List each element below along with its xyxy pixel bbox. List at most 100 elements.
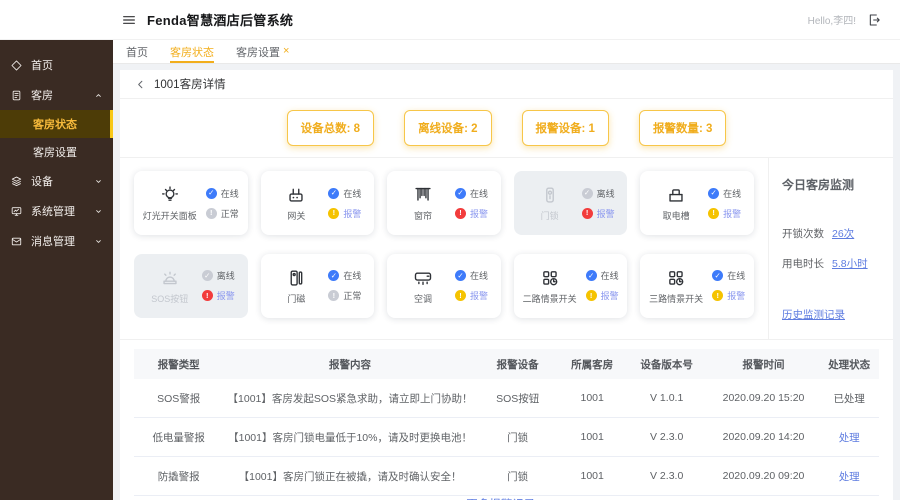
device-alarm-status: 报警 xyxy=(454,289,488,302)
alarm-exclaim-icon xyxy=(585,290,597,301)
logout-icon[interactable] xyxy=(866,12,882,28)
device-alarm-status: 报警 xyxy=(328,207,361,220)
device-online-status: 在线 xyxy=(328,187,361,200)
handle-alarm-link[interactable]: 处理 xyxy=(839,471,860,483)
tab-label: 客房设置 xyxy=(236,46,280,59)
alarm-exclaim-icon xyxy=(712,290,724,301)
stat-chip-total-devices[interactable]: 设备总数8 xyxy=(286,110,375,146)
stat-chip-alarm-count[interactable]: 报警数量3 xyxy=(638,110,727,146)
tab-home[interactable]: 首页 xyxy=(126,40,148,63)
device-online-status: 离线 xyxy=(581,187,615,200)
sidebar-item-label: 消息管理 xyxy=(31,236,75,248)
normal-exclaim-icon xyxy=(328,290,340,301)
device-name: 空调 xyxy=(413,293,432,304)
alarm-exclaim-icon xyxy=(581,207,593,219)
device-card-air-conditioner[interactable]: 空调 在线 报警 xyxy=(387,253,501,318)
curtain-icon xyxy=(412,184,434,206)
alarm-table-row: 防撬警报 【1001】客房门锁正在被撬，请及时确认安全！ 门锁 1001 V 2… xyxy=(134,456,879,496)
close-tab-icon[interactable] xyxy=(283,46,289,57)
alarm-version-cell: V 2.3.0 xyxy=(625,417,708,457)
home-icon xyxy=(10,59,23,72)
unlock-count-row: 开锁次数 26次 xyxy=(782,226,880,241)
back-chevron-icon[interactable] xyxy=(135,79,146,90)
device-icon xyxy=(10,175,23,188)
power-usage-row: 用电时长 5.8小时 xyxy=(782,256,880,271)
power-usage-link[interactable]: 5.8小时 xyxy=(832,256,868,271)
device-card-sos-button[interactable]: SOS按钮 离线 报警 xyxy=(134,253,248,318)
device-online-status: 在线 xyxy=(585,269,619,282)
sos-button-icon xyxy=(159,267,181,289)
device-card-power-card-slot[interactable]: 取电槽 在线 报警 xyxy=(640,171,754,235)
stat-label: 离线设备 xyxy=(418,123,471,135)
device-card-light-switch-panel[interactable]: 灯光开关面板 在线 正常 xyxy=(134,171,248,235)
sidebar-item-message-management[interactable]: 消息管理 xyxy=(0,226,113,256)
device-name: 三路情景开关 xyxy=(649,293,704,304)
online-check-icon xyxy=(328,187,340,199)
stat-label: 设备总数 xyxy=(301,123,354,135)
sidebar-item-system-management[interactable]: 系统管理 xyxy=(0,196,113,226)
device-name: 取电槽 xyxy=(662,211,690,221)
device-card-door-lock[interactable]: 门锁 离线 报警 xyxy=(513,171,628,235)
sidebar-item-home[interactable]: 首页 xyxy=(0,50,113,80)
sidebar-item-room-settings[interactable]: 客房设置 xyxy=(0,138,113,166)
sidebar-item-devices[interactable]: 设备 xyxy=(0,166,113,196)
device-grid: 灯光开关面板 在线 正常 网关 xyxy=(120,158,768,339)
tab-room-status[interactable]: 客房状态 xyxy=(170,40,214,63)
device-alarm-status: 报警 xyxy=(708,207,741,220)
breadcrumb: 1001客房详情 xyxy=(120,70,893,99)
online-check-icon xyxy=(585,270,597,281)
stat-chip-offline-devices[interactable]: 离线设备2 xyxy=(404,110,492,146)
page-title: 1001客房详情 xyxy=(154,79,226,91)
room-detail-panel: 1001客房详情 设备总数8 离线设备2 报警设备1 报警数量3 xyxy=(120,70,893,500)
door-sensor-icon xyxy=(285,267,307,289)
alarm-table-row: SOS警报 【1001】客房发起SOS紧急求助，请立即上门协助！ SOS按钮 1… xyxy=(134,379,879,418)
device-card-scene-switch-2[interactable]: 二路情景开关 在线 报警 xyxy=(513,253,628,318)
stat-label: 报警设备 xyxy=(536,123,589,135)
alarm-time-cell: 2020.09.20 15:20 xyxy=(707,379,820,418)
normal-exclaim-icon xyxy=(205,207,217,219)
scene-switch-icon xyxy=(539,267,561,289)
chevron-down-icon xyxy=(94,177,103,186)
alarm-version-cell: V 1.0.1 xyxy=(625,379,708,418)
stat-chip-alarm-devices[interactable]: 报警设备1 xyxy=(521,110,609,146)
column-header: 报警内容 xyxy=(223,349,477,379)
sidebar-item-label: 设备 xyxy=(31,176,53,188)
tab-room-settings[interactable]: 客房设置 xyxy=(236,40,289,63)
device-alarm-status: 报警 xyxy=(454,207,488,220)
stats-row: 设备总数8 离线设备2 报警设备1 报警数量3 xyxy=(120,99,893,158)
alarm-type-cell: 低电量警报 xyxy=(134,417,224,457)
alarm-version-cell: V 2.3.0 xyxy=(625,456,708,496)
sidebar-item-label: 首页 xyxy=(31,60,53,72)
device-card-scene-switch-3[interactable]: 三路情景开关 在线 报警 xyxy=(640,253,754,318)
alarm-state-cell: 处理 xyxy=(819,456,879,496)
sidebar-nav: 首页 客房 客房状态 客房设置 设备 系统管理 消息管理 xyxy=(0,40,113,500)
alarm-table-row: 低电量警报 【1001】客房门锁电量低于10%，请及时更换电池！ 门锁 1001… xyxy=(134,417,879,457)
alarm-state-cell: 处理 xyxy=(819,417,879,457)
device-alarm-status: 报警 xyxy=(585,289,619,302)
device-card-curtain[interactable]: 窗帘 在线 报警 xyxy=(387,171,501,235)
menu-hamburger-icon[interactable] xyxy=(121,12,137,28)
power-card-slot-icon xyxy=(665,184,687,206)
offline-check-icon xyxy=(201,270,213,281)
device-online-status: 在线 xyxy=(328,269,361,282)
handled-label: 已处理 xyxy=(833,392,865,405)
offline-check-icon xyxy=(581,187,593,199)
more-alarm-records-link[interactable]: 更多报警记录 » xyxy=(120,496,893,500)
room-monitor-panel: 今日客房监测 开锁次数 26次 用电时长 5.8小时 历史监测记录 xyxy=(768,158,893,339)
device-online-status: 在线 xyxy=(454,269,488,282)
alarm-type-cell: SOS警报 xyxy=(134,379,224,418)
device-card-gateway[interactable]: 网关 在线 报警 xyxy=(260,171,375,235)
history-records-link[interactable]: 历史监测记录 xyxy=(782,307,845,322)
device-card-door-sensor[interactable]: 门磁 在线 正常 xyxy=(260,253,375,318)
alarm-content-cell: 【1001】客房发起SOS紧急求助，请立即上门协助！ xyxy=(223,379,477,418)
monitor-title: 今日客房监测 xyxy=(782,178,855,192)
handle-alarm-link[interactable]: 处理 xyxy=(839,432,860,444)
device-online-status: 离线 xyxy=(201,269,235,282)
sidebar-item-rooms[interactable]: 客房 xyxy=(0,80,113,110)
content-area: 1001客房详情 设备总数8 离线设备2 报警设备1 报警数量3 xyxy=(113,64,900,500)
unlock-count-link[interactable]: 26次 xyxy=(832,226,854,241)
device-name: SOS按钮 xyxy=(151,293,189,304)
user-greeting: Hello,李四! xyxy=(807,16,856,27)
sidebar-item-room-status[interactable]: 客房状态 xyxy=(0,110,113,138)
device-name: 门磁 xyxy=(287,293,306,304)
